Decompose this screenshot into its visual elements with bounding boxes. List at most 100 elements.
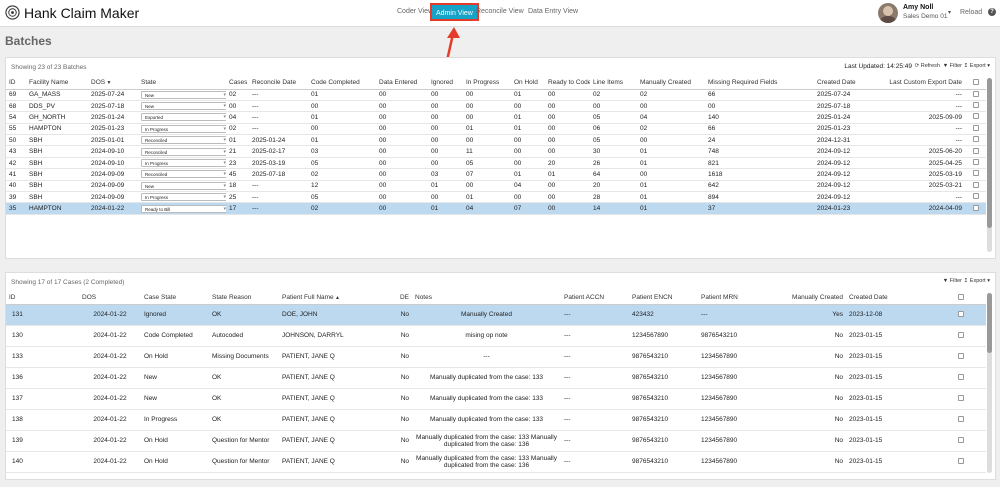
row-checkbox[interactable] — [935, 430, 986, 452]
cases-col-header[interactable]: ID — [6, 292, 79, 305]
cases-col-header[interactable]: Manually Created — [782, 292, 846, 305]
batch-state-select[interactable]: New — [141, 90, 226, 99]
batch-row[interactable]: 55HAMPTON2025-01-23In Progress02---00000… — [6, 123, 986, 136]
cases-col-header[interactable]: State Reason — [209, 292, 279, 305]
row-checkbox[interactable] — [965, 100, 986, 113]
row-checkbox[interactable] — [935, 304, 986, 326]
batches-scrollbar[interactable] — [987, 78, 992, 252]
case-cell-reason: OK — [209, 409, 279, 431]
reload-button[interactable]: Reload — [960, 9, 982, 16]
batch-cell-reconcile: --- — [249, 180, 308, 193]
row-checkbox[interactable] — [965, 157, 986, 170]
case-row[interactable]: 130 2024-01-22 Code Completed Autocoded JOHN… — [6, 325, 986, 347]
batch-state-select[interactable]: Reconciled — [141, 136, 226, 145]
cases-col-header[interactable]: DE — [391, 292, 412, 305]
row-checkbox[interactable] — [965, 134, 986, 147]
user-menu-caret-icon[interactable]: ▾ — [948, 9, 951, 16]
batches-col-header[interactable]: Cases — [226, 77, 249, 90]
batches-col-header[interactable]: Ready to Code — [545, 77, 590, 90]
nav-coder-view[interactable]: Coder View — [397, 8, 433, 15]
batches-col-header[interactable]: In Progress — [463, 77, 511, 90]
batch-cell-dos: 2025-07-24 — [88, 89, 138, 101]
cases-col-header[interactable]: Created Date — [846, 292, 935, 305]
row-checkbox[interactable] — [965, 180, 986, 193]
batch-cell-id: 68 — [6, 100, 26, 113]
batch-state-select[interactable]: Reconciled — [141, 170, 226, 179]
batches-col-header[interactable]: Facility Name — [26, 77, 88, 90]
batch-row[interactable]: 39SBH2024-09-09In Progress25---050000010… — [6, 191, 986, 204]
batches-col-header[interactable]: Reconcile Date — [249, 77, 308, 90]
row-checkbox[interactable] — [935, 451, 986, 473]
nav-admin-view[interactable]: Admin View — [430, 3, 479, 21]
batches-col-header[interactable]: Missing Required Fields — [705, 77, 814, 90]
user-avatar[interactable] — [878, 3, 898, 23]
case-row[interactable]: 136 2024-01-22 New OK PATIENT, JANE Q No Manua… — [6, 367, 986, 389]
cases-col-header[interactable]: Patient ENCN — [629, 292, 698, 305]
batch-row[interactable]: 69GA_MASS2025-07-24New02---0100000001000… — [6, 89, 986, 101]
batches-col-header[interactable]: Data Entered — [376, 77, 428, 90]
batches-col-header[interactable]: Ignored — [428, 77, 463, 90]
row-checkbox[interactable] — [965, 168, 986, 181]
batches-col-header[interactable]: Code Completed — [308, 77, 376, 90]
batches-col-header[interactable]: Last Custom Export Date — [885, 77, 965, 90]
batches-col-header[interactable]: DOS ▼ — [88, 77, 138, 90]
cases-col-header[interactable]: Notes — [412, 292, 561, 305]
batch-row[interactable]: 35HAMPTON2024-01-22Ready to Bill17---020… — [6, 202, 986, 215]
cases-col-header[interactable]: DOS — [79, 292, 141, 305]
batch-state-select[interactable]: Exported — [141, 113, 226, 122]
cases-col-header[interactable]: Case State — [141, 292, 209, 305]
case-row[interactable]: 140 2024-01-22 On Hold Question for Mentor P… — [6, 451, 986, 473]
refresh-button[interactable]: ⟳ Refresh — [915, 63, 940, 69]
row-checkbox[interactable] — [965, 191, 986, 204]
cases-scrollbar[interactable] — [987, 293, 992, 473]
batches-col-header[interactable]: Line Items — [590, 77, 637, 90]
batches-col-header[interactable]: State — [138, 77, 226, 90]
cases-col-header[interactable]: Patient Full Name ▲ — [279, 292, 391, 305]
batches-export-button[interactable]: ↥ Export ▾ — [964, 63, 990, 69]
row-checkbox[interactable] — [965, 202, 986, 215]
batches-col-header[interactable]: Manually Created — [637, 77, 705, 90]
case-row[interactable]: 137 2024-01-22 New OK PATIENT, JANE Q No Manua… — [6, 388, 986, 410]
row-checkbox[interactable] — [935, 388, 986, 410]
row-checkbox[interactable] — [935, 367, 986, 389]
row-checkbox[interactable] — [965, 123, 986, 136]
nav-reconcile-view[interactable]: Reconcile View — [476, 8, 524, 15]
cases-export-button[interactable]: ↥ Export ▾ — [964, 278, 990, 284]
row-checkbox[interactable] — [935, 346, 986, 368]
batch-row[interactable]: 54GH_NORTH2025-01-24Exported04---0100000… — [6, 111, 986, 124]
case-row[interactable]: 139 2024-01-22 On Hold Question for Mentor P… — [6, 430, 986, 452]
batch-state-select[interactable]: In Progress — [141, 193, 226, 202]
case-row[interactable]: 131 2024-01-22 Ignored OK DOE, JOHN No Manuall… — [6, 304, 986, 326]
nav-data-entry-view[interactable]: Data Entry View — [528, 8, 578, 15]
case-row[interactable]: 138 2024-01-22 In Progress OK PATIENT, JANE … — [6, 409, 986, 431]
cases-col-header[interactable]: Patient ACCN — [561, 292, 629, 305]
select-all-checkbox[interactable] — [935, 292, 986, 305]
batch-state-select[interactable]: In Progress — [141, 159, 226, 168]
select-all-checkbox[interactable] — [965, 77, 986, 90]
batches-col-header[interactable]: On Hold — [511, 77, 545, 90]
batch-state-select[interactable]: New — [141, 181, 226, 190]
batch-state-select[interactable]: New — [141, 102, 226, 111]
row-checkbox[interactable] — [965, 89, 986, 101]
batch-row[interactable]: 68DDS_PV2025-07-18New00---00000000000000… — [6, 100, 986, 113]
cases-col-header[interactable]: Patient MRN — [698, 292, 782, 305]
batch-state-select[interactable]: Ready to Bill — [141, 204, 226, 213]
batches-filter-button[interactable]: ▼ Filter — [943, 63, 962, 69]
cases-filter-button[interactable]: ▼ Filter — [943, 278, 962, 284]
batch-row[interactable]: 41SBH2024-09-09Reconciled452025-07-18020… — [6, 168, 986, 181]
batch-row[interactable]: 43SBH2024-09-10Reconciled212025-02-17030… — [6, 145, 986, 158]
batch-state-select[interactable]: In Progress — [141, 124, 226, 133]
row-checkbox[interactable] — [965, 145, 986, 158]
batch-row[interactable]: 50SBH2025-01-01Reconciled012025-01-24010… — [6, 134, 986, 147]
batch-row[interactable]: 42SBH2024-09-10In Progress232025-03-1905… — [6, 157, 986, 170]
case-row[interactable]: 133 2024-01-22 On Hold Missing Documents PAT… — [6, 346, 986, 368]
batch-cell-manually-created: 00 — [637, 100, 705, 113]
batch-row[interactable]: 40SBH2024-09-09New18---12000100040020016… — [6, 180, 986, 193]
batches-col-header[interactable]: Created Date — [814, 77, 885, 90]
batches-col-header[interactable]: ID — [6, 77, 26, 90]
row-checkbox[interactable] — [935, 325, 986, 347]
row-checkbox[interactable] — [935, 409, 986, 431]
row-checkbox[interactable] — [965, 111, 986, 124]
batch-state-select[interactable]: Reconciled — [141, 147, 226, 156]
help-icon[interactable]: ? — [988, 8, 996, 16]
